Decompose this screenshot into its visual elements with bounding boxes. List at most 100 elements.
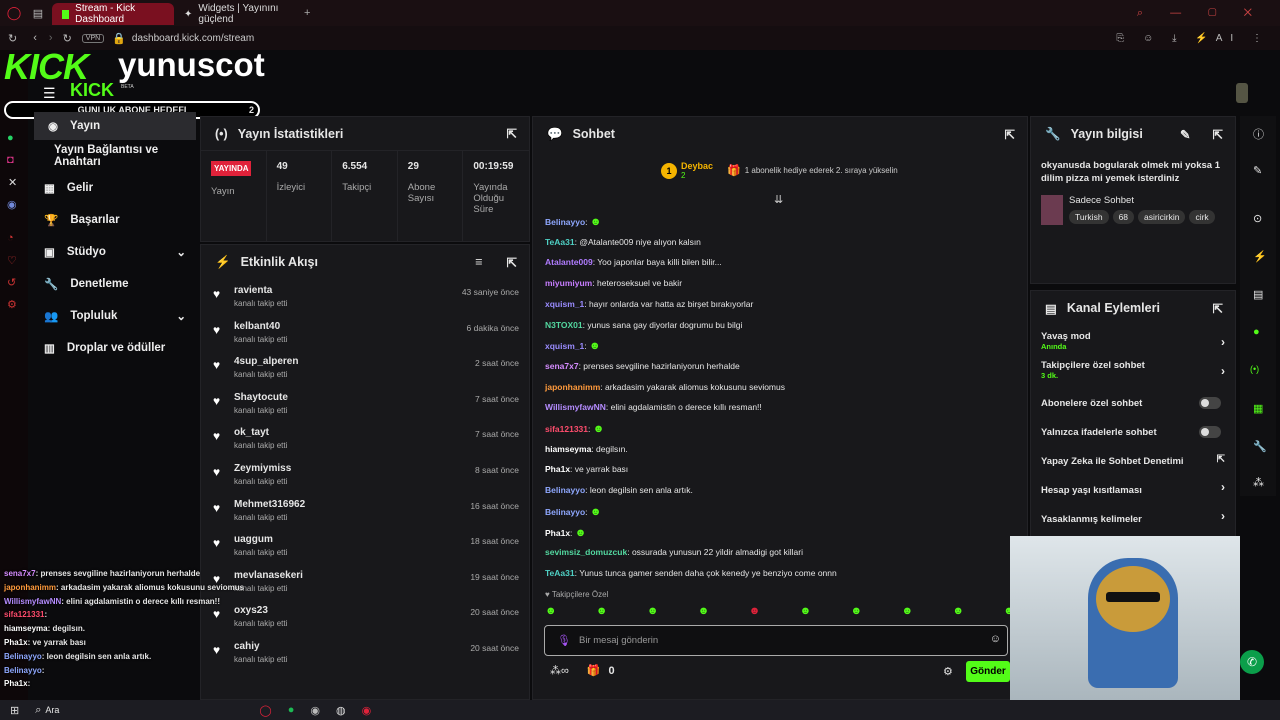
info-icon[interactable]: ⓘ <box>1253 126 1264 142</box>
hamburger-icon[interactable]: ☰ <box>43 85 56 102</box>
settings-icon[interactable]: ⚙ <box>7 298 17 311</box>
chat-username[interactable]: Pha1x <box>545 528 570 538</box>
sidebar-item-droplar[interactable]: ▥ Droplar ve ödüller <box>30 332 200 364</box>
window-controls[interactable]: ⌕ — ▢ ✕ <box>1137 7 1264 20</box>
chat-username[interactable]: TeAa31 <box>545 237 575 247</box>
sidebar-item-stream-key[interactable]: Yayın Bağlantısı ve Anahtarı <box>30 140 200 172</box>
popout-icon[interactable]: ⇱ <box>507 255 517 270</box>
chat-username[interactable]: TeAa31 <box>545 568 575 578</box>
ai-label[interactable]: AI <box>1216 33 1241 44</box>
chat-username[interactable]: N3TOX01 <box>545 320 583 330</box>
discord-icon[interactable]: ◉ <box>7 198 17 211</box>
chat-username[interactable]: WillismyfawNN <box>545 402 606 412</box>
tab-widgets[interactable]: ✦ Widgets | Yayınını güçlend <box>174 3 300 25</box>
taskbar-search[interactable]: Ara <box>45 705 59 715</box>
emote-icon[interactable]: ☻ <box>749 605 761 617</box>
chat-username[interactable]: Belinayyo <box>545 507 585 517</box>
tag-chip[interactable]: cirk <box>1189 210 1215 224</box>
history-icon[interactable]: ◔ <box>7 232 14 244</box>
avatar[interactable] <box>1236 83 1248 103</box>
chat-username[interactable]: japonhanimm <box>545 382 600 392</box>
instagram-icon[interactable]: ◘ <box>7 154 14 166</box>
spotify-icon[interactable]: ● <box>288 704 295 716</box>
emote-icon[interactable]: ☻ <box>901 605 913 617</box>
chat-username[interactable]: sevimsiz_domuzcuk <box>545 547 627 557</box>
obs-icon[interactable]: ◍ <box>336 704 346 717</box>
filter-icon[interactable]: ≡ <box>475 255 482 269</box>
emoji-icon[interactable]: ☺ <box>990 633 1001 645</box>
chat-icon[interactable]: ● <box>1253 326 1260 338</box>
tab-menu-icon[interactable]: ▤ <box>30 5 46 21</box>
target-icon[interactable]: ⊙ <box>1253 212 1262 225</box>
chat-username[interactable]: Belinayyo <box>545 217 585 227</box>
chat-username[interactable]: sena7x7 <box>545 361 579 371</box>
emote-icon[interactable]: ☻ <box>545 605 557 617</box>
emote-icon[interactable]: ☻ <box>596 605 608 617</box>
emote-icon[interactable]: ☻ <box>851 605 863 617</box>
chat-username[interactable]: xquism_1 <box>545 341 584 351</box>
opera-logo-icon[interactable]: ◯ <box>6 5 22 21</box>
broadcast-icon[interactable]: (•) <box>1250 364 1259 374</box>
emote-icon[interactable]: ☻ <box>952 605 964 617</box>
emotes-only-toggle[interactable] <box>1199 426 1221 438</box>
sidebar-item-denetleme[interactable]: 🔧 Denetleme <box>30 268 200 300</box>
tag-chip[interactable]: Turkish <box>1069 210 1109 224</box>
back-icon[interactable]: ‹ <box>33 32 37 44</box>
send-button[interactable]: Gönder <box>966 661 1010 682</box>
scroll-down-icon[interactable]: ⇊ <box>774 193 783 206</box>
banned-words-row[interactable]: Yasaklanmış kelimeler › <box>1031 505 1235 534</box>
chat-username[interactable]: sifa121331 <box>545 424 588 434</box>
heart-icon[interactable]: ♡ <box>7 254 17 267</box>
chat-username[interactable]: xquism_1 <box>545 299 584 309</box>
taskbar-app-icon[interactable]: ◯ <box>259 704 271 717</box>
popout-icon[interactable]: ⇱ <box>507 126 517 141</box>
gift-icon[interactable]: 🎁 <box>587 664 601 677</box>
sidebar-item-gelir[interactable]: ▦ Gelir <box>30 172 200 204</box>
chat-settings-icon[interactable]: ⚙ <box>943 665 953 678</box>
reload-icon[interactable]: ↺ <box>7 276 16 289</box>
kick-points-icon[interactable]: ⁂∞ <box>550 664 569 677</box>
phone-icon[interactable]: ✆ <box>1240 650 1264 674</box>
document-icon[interactable]: ▤ <box>1253 288 1263 301</box>
chat-username[interactable]: hiamseyma <box>545 444 591 454</box>
edit-icon[interactable]: ✎ <box>1253 164 1262 177</box>
chat-username[interactable]: Belinayyo <box>545 485 585 495</box>
chat-username[interactable]: Atalante009 <box>545 257 593 267</box>
reload-icon[interactable]: ↻ <box>63 32 72 45</box>
tag-chip[interactable]: asiricirkin <box>1138 210 1186 224</box>
emote-icon[interactable]: ☻ <box>800 605 812 617</box>
subs-only-row[interactable]: Abonelere özel sohbet <box>1031 389 1235 418</box>
tag-chip[interactable]: 68 <box>1112 210 1135 224</box>
sidebar-item-topluluk[interactable]: 👥 Topluluk ⌄ <box>30 300 200 332</box>
account-age-row[interactable]: Hesap yaşı kısıtlaması › <box>1031 476 1235 505</box>
toolbar-icons[interactable]: ⎘ ☺ ⤓ ⚡AI ⋮ <box>1116 33 1270 44</box>
whatsapp-icon[interactable]: ● <box>7 132 14 144</box>
emote-icon[interactable]: ☻ <box>698 605 710 617</box>
vpn-badge[interactable]: VPN <box>81 33 105 43</box>
sidebar-item-basarilar[interactable]: 🏆 Başarılar <box>30 204 200 236</box>
chat-username[interactable]: Pha1x <box>545 464 570 474</box>
sidebar-item-studyo[interactable]: ▣ Stüdyo ⌄ <box>30 236 200 268</box>
bolt-icon[interactable]: ⚡ <box>1253 250 1267 263</box>
record-icon[interactable]: ◉ <box>362 704 372 717</box>
forward-icon[interactable]: › <box>49 32 53 44</box>
tab-kick-dashboard[interactable]: Stream - Kick Dashboard <box>52 3 174 25</box>
followers-only-row[interactable]: Takipçilere özel sohbet 3 dk. › <box>1031 360 1235 389</box>
popout-icon[interactable]: ⇱ <box>1213 127 1223 142</box>
list-icon[interactable]: ▦ <box>1253 402 1263 415</box>
apps-icon[interactable]: ⁂ <box>1253 476 1264 489</box>
microphone-icon[interactable]: 🎙 <box>557 634 571 647</box>
emote-icon[interactable]: ☻ <box>647 605 659 617</box>
windows-start-icon[interactable]: ⊞ <box>10 704 19 717</box>
search-icon[interactable]: ⌕ <box>35 704 41 717</box>
edit-icon[interactable]: ✎ <box>1180 127 1190 142</box>
sidebar-item-yayin[interactable]: ◉ Yayın <box>34 112 196 140</box>
chat-input-box[interactable]: 🎙 Bir mesaj gönderin ☺ <box>544 625 1008 656</box>
slow-mode-row[interactable]: Yavaş mod Anında › <box>1031 331 1235 360</box>
url-field[interactable]: dashboard.kick.com/stream <box>132 33 254 44</box>
chat-username[interactable]: miyumiyum <box>545 278 592 288</box>
subs-only-toggle[interactable] <box>1199 397 1221 409</box>
popout-icon[interactable]: ⇱ <box>1213 301 1223 316</box>
wrench-icon[interactable]: 🔧 <box>1253 440 1267 453</box>
x-icon[interactable]: ✕ <box>8 176 17 189</box>
